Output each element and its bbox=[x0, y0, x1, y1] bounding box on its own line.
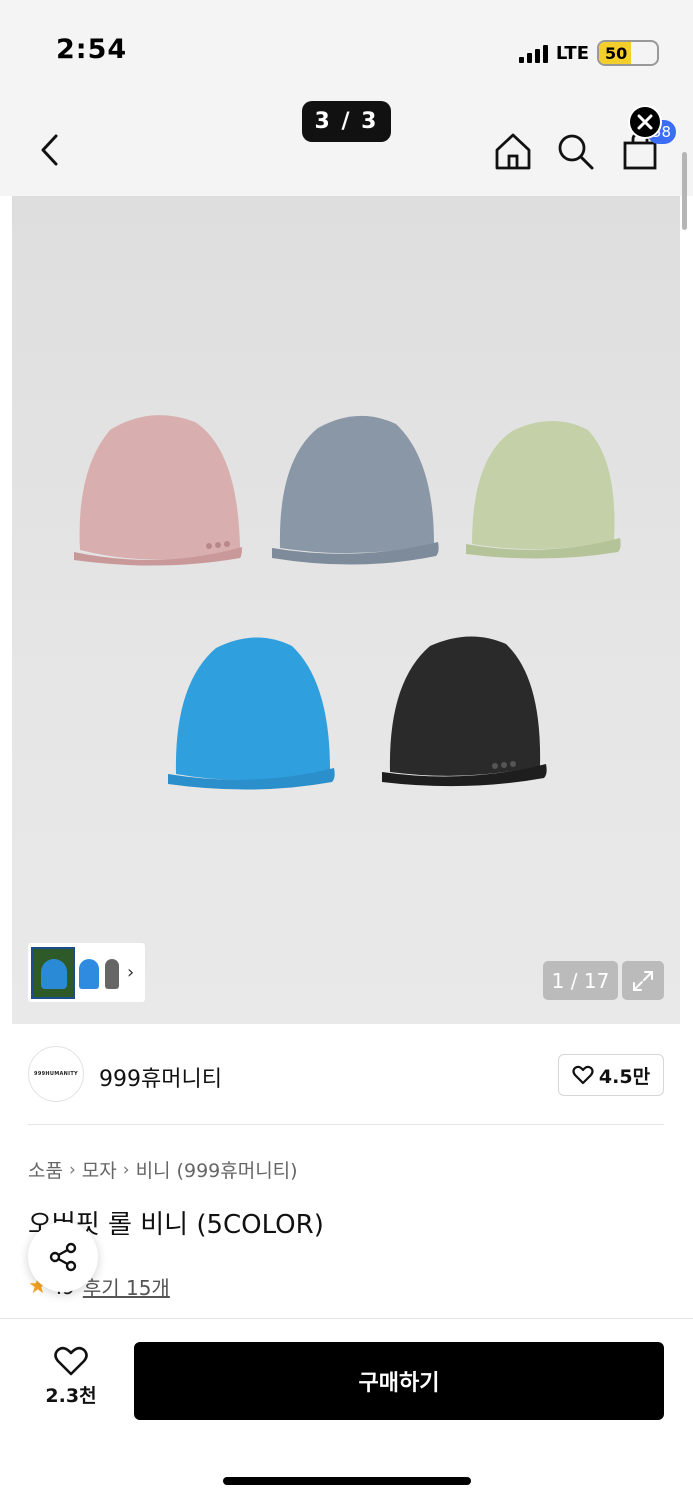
chevron-left-icon bbox=[41, 134, 58, 166]
divider bbox=[28, 1124, 664, 1125]
breadcrumb-item[interactable]: 모자 bbox=[82, 1156, 117, 1183]
expand-icon bbox=[633, 970, 653, 991]
search-icon bbox=[558, 134, 594, 170]
status-bar: 2:54 LTE 50 bbox=[0, 0, 693, 100]
beanie-sage bbox=[466, 421, 621, 559]
beanie-grey bbox=[272, 415, 439, 565]
heart-icon bbox=[572, 1065, 594, 1085]
thumbnail-3[interactable] bbox=[103, 947, 121, 999]
heart-icon bbox=[54, 1346, 88, 1376]
image-counter: 1 / 17 bbox=[543, 961, 618, 1000]
brand-like-count: 4.5만 bbox=[598, 1065, 651, 1088]
wishlist-count: 2.3천 bbox=[45, 1385, 97, 1407]
buy-button[interactable]: 구매하기 bbox=[134, 1342, 664, 1420]
battery-icon: 50 bbox=[597, 40, 659, 66]
breadcrumb: 소품 › 모자 › 비니 (999휴머니티) bbox=[28, 1156, 298, 1183]
beanie-blue bbox=[168, 637, 335, 790]
battery-level: 50 bbox=[605, 43, 628, 63]
close-icon bbox=[637, 114, 653, 130]
network-label: LTE bbox=[555, 42, 589, 64]
status-indicators: LTE 50 bbox=[518, 40, 659, 66]
expand-button[interactable] bbox=[622, 961, 664, 1000]
home-button[interactable] bbox=[491, 128, 535, 174]
chevron-right-icon: › bbox=[68, 1159, 76, 1180]
scrollbar[interactable] bbox=[682, 152, 687, 230]
chevron-right-icon: › bbox=[122, 1159, 130, 1180]
back-button[interactable] bbox=[28, 128, 72, 172]
signal-icon bbox=[518, 43, 548, 63]
review-link[interactable]: 후기 15개 bbox=[83, 1272, 170, 1301]
status-time: 2:54 bbox=[56, 34, 128, 65]
thumbnail-2[interactable] bbox=[77, 947, 101, 999]
search-button[interactable] bbox=[553, 128, 597, 174]
brand-name[interactable]: 999휴머니티 bbox=[99, 1061, 222, 1093]
product-image[interactable] bbox=[12, 196, 680, 1024]
wishlist-button[interactable]: 2.3천 bbox=[34, 1345, 108, 1415]
thumbnail-strip[interactable]: › bbox=[28, 943, 145, 1002]
home-indicator bbox=[223, 1477, 471, 1485]
share-button[interactable] bbox=[28, 1222, 98, 1292]
brand-logo[interactable]: 999HUMANITY bbox=[28, 1046, 84, 1102]
chevron-right-icon[interactable]: › bbox=[127, 962, 134, 983]
bottom-action-bar: 2.3천 구매하기 bbox=[0, 1318, 693, 1500]
breadcrumb-item[interactable]: 비니 (999휴머니티) bbox=[136, 1156, 298, 1183]
beanie-black bbox=[382, 636, 547, 787]
close-button[interactable] bbox=[628, 105, 662, 139]
thumbnail-1[interactable] bbox=[31, 946, 75, 999]
beanie-pink bbox=[74, 415, 242, 566]
home-icon bbox=[495, 133, 531, 170]
brand-like-button[interactable]: 4.5만 bbox=[558, 1054, 664, 1096]
breadcrumb-item[interactable]: 소품 bbox=[28, 1156, 63, 1183]
share-icon bbox=[49, 1242, 77, 1272]
brand-row[interactable]: 999HUMANITY 999휴머니티 4.5만 bbox=[28, 1044, 664, 1106]
page-indicator: 3 / 3 bbox=[302, 101, 391, 142]
